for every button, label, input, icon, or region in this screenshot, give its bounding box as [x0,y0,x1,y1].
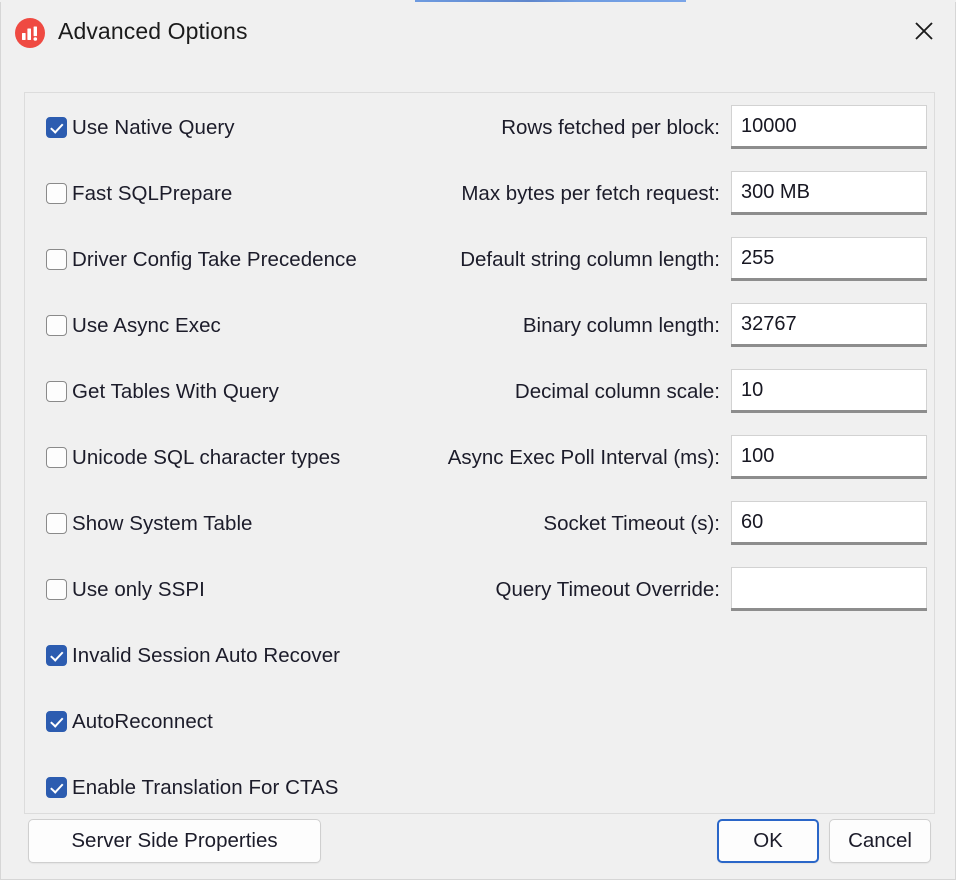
dialog-titlebar: Advanced Options [1,2,955,62]
checkbox-unchecked-icon[interactable] [46,447,67,468]
field-label: Socket Timeout (s): [543,512,720,535]
cancel-button[interactable]: Cancel [829,819,931,863]
checkbox-label: Driver Config Take Precedence [72,247,357,271]
checkbox-row[interactable]: Show System Table [46,512,426,535]
field-row: Socket Timeout (s): [422,501,932,545]
field-underline [731,278,927,281]
checkbox-unchecked-icon[interactable] [46,183,67,204]
field-input[interactable] [731,171,927,212]
checkbox-label: Show System Table [72,511,253,535]
checkbox-row[interactable]: Fast SQLPrepare [46,182,426,205]
field-input-wrapper [731,435,927,479]
field-row: Max bytes per fetch request: [422,171,932,215]
checkbox-label: Enable Translation For CTAS [72,775,339,799]
field-label: Default string column length: [460,248,720,271]
advanced-options-dialog: Advanced Options Use Native Query Fast SQ… [0,2,956,880]
field-row: Query Timeout Override: [422,567,932,611]
checkbox-row[interactable]: Use Native Query [46,116,426,139]
field-input[interactable] [731,501,927,542]
bar-chart-alert-icon [14,17,46,49]
checkbox-label: Fast SQLPrepare [72,181,233,205]
checkbox-unchecked-icon[interactable] [46,579,67,600]
checkbox-label: Unicode SQL character types [72,445,341,469]
checkbox-label: Invalid Session Auto Recover [72,643,341,667]
field-input[interactable] [731,567,927,608]
field-row: Default string column length: [422,237,932,281]
field-row: Async Exec Poll Interval (ms): [422,435,932,479]
field-underline [731,476,927,479]
field-input[interactable] [731,303,927,344]
field-label: Max bytes per fetch request: [461,182,720,205]
checkbox-label: Use Native Query [72,115,235,139]
checkbox-label: Use Async Exec [72,313,221,337]
checkbox-row[interactable]: Use only SSPI [46,578,426,601]
field-input[interactable] [731,369,927,410]
checkbox-label: AutoReconnect [72,709,213,733]
field-row: Rows fetched per block: [422,105,932,149]
field-underline [731,410,927,413]
field-input[interactable] [731,105,927,146]
checkbox-row[interactable]: AutoReconnect [46,710,426,733]
field-label: Binary column length: [522,314,720,337]
checkbox-row[interactable]: Get Tables With Query [46,380,426,403]
checkbox-unchecked-icon[interactable] [46,249,67,270]
checkbox-label: Use only SSPI [72,577,205,601]
field-input[interactable] [731,435,927,476]
field-underline [731,608,927,611]
page-title: Advanced Options [58,18,248,44]
field-input-wrapper [731,369,927,413]
server-side-properties-button[interactable]: Server Side Properties [28,819,321,863]
field-input-wrapper [731,501,927,545]
field-underline [731,212,927,215]
checkbox-options-group: Use Native Query Fast SQLPrepare Driver Co… [46,116,426,842]
field-row: Binary column length: [422,303,932,347]
field-input-wrapper [731,303,927,347]
dialog-footer: Server Side Properties OK Cancel [1,813,955,879]
checkbox-row[interactable]: Driver Config Take Precedence [46,248,426,271]
checkbox-unchecked-icon[interactable] [46,381,67,402]
numeric-options-group: Rows fetched per block: Max bytes per fet… [422,105,932,633]
field-label: Async Exec Poll Interval (ms): [447,446,720,469]
field-label: Decimal column scale: [514,380,720,403]
field-input-wrapper [731,237,927,281]
checkbox-checked-icon[interactable] [46,777,67,798]
checkbox-row[interactable]: Enable Translation For CTAS [46,776,426,799]
checkbox-checked-icon[interactable] [46,711,67,732]
field-label: Query Timeout Override: [495,578,720,601]
checkbox-unchecked-icon[interactable] [46,513,67,534]
checkbox-unchecked-icon[interactable] [46,315,67,336]
field-row: Decimal column scale: [422,369,932,413]
checkbox-checked-icon[interactable] [46,117,67,138]
field-label: Rows fetched per block: [501,116,720,139]
checkbox-row[interactable]: Invalid Session Auto Recover [46,644,426,667]
field-underline [731,344,927,347]
ok-button[interactable]: OK [717,819,819,863]
close-icon [915,22,933,40]
field-input[interactable] [731,237,927,278]
field-underline [731,146,927,149]
checkbox-checked-icon[interactable] [46,645,67,666]
checkbox-row[interactable]: Use Async Exec [46,314,426,337]
checkbox-row[interactable]: Unicode SQL character types [46,446,426,469]
checkbox-label: Get Tables With Query [72,379,279,403]
field-input-wrapper [731,567,927,611]
field-underline [731,542,927,545]
close-button[interactable] [893,2,955,60]
field-input-wrapper [731,171,927,215]
field-input-wrapper [731,105,927,149]
